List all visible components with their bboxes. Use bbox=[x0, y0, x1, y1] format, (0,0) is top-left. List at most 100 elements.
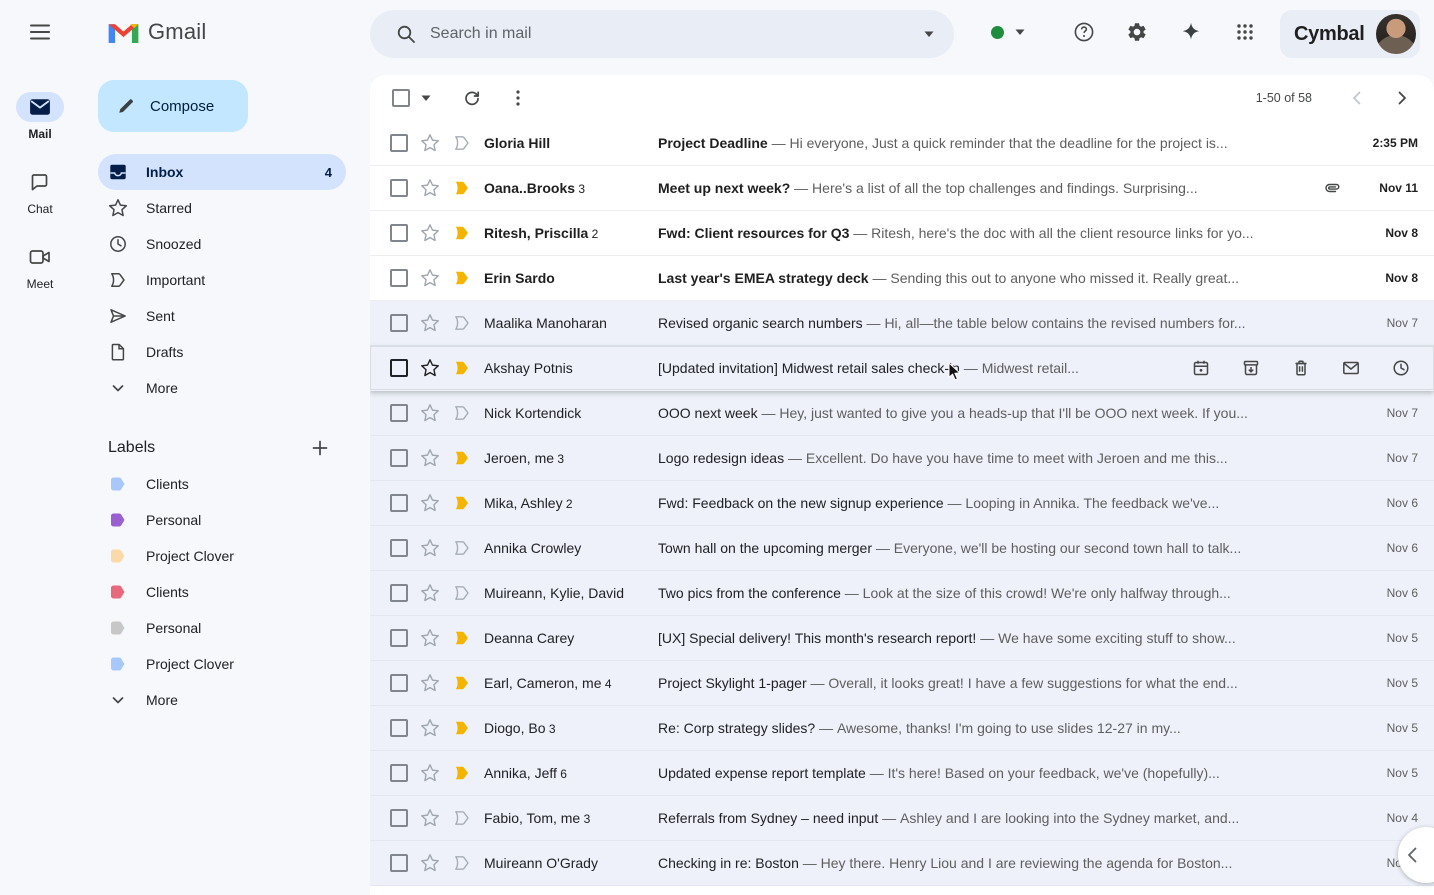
older-page-icon[interactable] bbox=[1384, 80, 1420, 116]
sidebar-item-starred[interactable]: Starred bbox=[98, 190, 346, 226]
sidebar-item-inbox[interactable]: Inbox 4 bbox=[98, 154, 346, 190]
importance-marker-icon[interactable] bbox=[452, 358, 472, 378]
compose-button[interactable]: Compose bbox=[98, 80, 248, 132]
availability-status[interactable] bbox=[985, 12, 1032, 52]
row-checkbox[interactable] bbox=[390, 494, 408, 512]
importance-marker-icon[interactable] bbox=[452, 493, 472, 513]
row-checkbox[interactable] bbox=[390, 764, 408, 782]
rsvp-calendar-icon[interactable] bbox=[1190, 357, 1212, 379]
google-apps-grid-icon[interactable] bbox=[1225, 12, 1265, 52]
star-icon[interactable] bbox=[420, 403, 440, 423]
star-icon[interactable] bbox=[420, 313, 440, 333]
email-row[interactable]: Ritesh, Priscilla 2 Fwd: Client resource… bbox=[370, 211, 1434, 256]
row-checkbox[interactable] bbox=[390, 809, 408, 827]
search-bar[interactable] bbox=[370, 10, 954, 58]
importance-marker-icon[interactable] bbox=[452, 673, 472, 693]
labels-add-button[interactable] bbox=[306, 434, 334, 462]
search-input[interactable] bbox=[428, 24, 922, 44]
profile-avatar[interactable] bbox=[1376, 14, 1416, 54]
importance-marker-icon[interactable] bbox=[452, 628, 472, 648]
star-icon[interactable] bbox=[420, 133, 440, 153]
rail-item-mail[interactable]: Mail bbox=[16, 92, 64, 141]
importance-marker-icon[interactable] bbox=[452, 403, 472, 423]
importance-marker-icon[interactable] bbox=[452, 133, 472, 153]
star-icon[interactable] bbox=[420, 358, 440, 378]
email-row[interactable]: Fabio, Tom, me 3 Referrals from Sydney –… bbox=[370, 796, 1434, 841]
select-caret-icon[interactable] bbox=[420, 94, 432, 102]
star-icon[interactable] bbox=[420, 178, 440, 198]
sidebar-item-more[interactable]: More bbox=[98, 370, 346, 406]
star-icon[interactable] bbox=[420, 628, 440, 648]
email-row[interactable]: Diogo, Bo 3 Re: Corp strategy slides? — … bbox=[370, 706, 1434, 751]
row-checkbox[interactable] bbox=[390, 629, 408, 647]
importance-marker-icon[interactable] bbox=[452, 583, 472, 603]
star-icon[interactable] bbox=[420, 448, 440, 468]
email-row[interactable]: Maalika Manoharan Revised organic search… bbox=[370, 301, 1434, 346]
rail-item-chat[interactable]: Chat bbox=[16, 167, 64, 216]
star-icon[interactable] bbox=[420, 808, 440, 828]
sidebar-item-drafts[interactable]: Drafts bbox=[98, 334, 346, 370]
star-icon[interactable] bbox=[420, 268, 440, 288]
more-options-icon[interactable] bbox=[502, 82, 534, 114]
sidebar-item-sent[interactable]: Sent bbox=[98, 298, 346, 334]
main-menu-icon[interactable] bbox=[16, 8, 64, 56]
email-row[interactable]: Annika, Jeff 6 Updated expense report te… bbox=[370, 751, 1434, 796]
sidebar-label-item[interactable]: Personal bbox=[98, 502, 346, 538]
email-row[interactable]: Annika Crowley Town hall on the upcoming… bbox=[370, 526, 1434, 571]
mark-as-read-icon[interactable] bbox=[1340, 357, 1362, 379]
star-icon[interactable] bbox=[420, 763, 440, 783]
email-row[interactable]: Erin Sardo Last year's EMEA strategy dec… bbox=[370, 256, 1434, 301]
importance-marker-icon[interactable] bbox=[452, 313, 472, 333]
email-row[interactable]: Gloria Hill Project Deadline — Hi everyo… bbox=[370, 121, 1434, 166]
help-icon[interactable] bbox=[1064, 12, 1104, 52]
email-row[interactable]: Akshay Potnis [Updated invitation] Midwe… bbox=[370, 346, 1434, 391]
star-icon[interactable] bbox=[420, 853, 440, 873]
settings-gear-icon[interactable] bbox=[1117, 12, 1157, 52]
row-checkbox[interactable] bbox=[390, 314, 408, 332]
row-checkbox[interactable] bbox=[390, 449, 408, 467]
sidebar-item-snoozed[interactable]: Snoozed bbox=[98, 226, 346, 262]
email-row[interactable]: Nick Kortendick OOO next week — Hey, jus… bbox=[370, 391, 1434, 436]
snooze-clock-icon[interactable] bbox=[1390, 357, 1412, 379]
delete-trash-icon[interactable] bbox=[1290, 357, 1312, 379]
row-checkbox[interactable] bbox=[390, 404, 408, 422]
row-checkbox[interactable] bbox=[390, 134, 408, 152]
gemini-sparkle-icon[interactable] bbox=[1171, 12, 1211, 52]
row-checkbox[interactable] bbox=[390, 539, 408, 557]
importance-marker-icon[interactable] bbox=[452, 538, 472, 558]
sidebar-label-item[interactable]: Project Clover bbox=[98, 538, 346, 574]
star-icon[interactable] bbox=[420, 223, 440, 243]
importance-marker-icon[interactable] bbox=[452, 223, 472, 243]
archive-icon[interactable] bbox=[1240, 357, 1262, 379]
row-checkbox[interactable] bbox=[390, 179, 408, 197]
star-icon[interactable] bbox=[420, 538, 440, 558]
select-all-checkbox[interactable] bbox=[392, 89, 410, 107]
importance-marker-icon[interactable] bbox=[452, 808, 472, 828]
email-row[interactable]: Muireann, Kylie, David Two pics from the… bbox=[370, 571, 1434, 616]
newer-page-icon[interactable] bbox=[1338, 80, 1374, 116]
email-row[interactable]: Mika, Ashley 2 Fwd: Feedback on the new … bbox=[370, 481, 1434, 526]
row-checkbox[interactable] bbox=[390, 674, 408, 692]
email-row[interactable]: Earl, Cameron, me 4 Project Skylight 1-p… bbox=[370, 661, 1434, 706]
importance-marker-icon[interactable] bbox=[452, 718, 472, 738]
sidebar-item-important[interactable]: Important bbox=[98, 262, 346, 298]
email-row[interactable]: Deanna Carey [UX] Special delivery! This… bbox=[370, 616, 1434, 661]
rail-item-meet[interactable]: Meet bbox=[16, 242, 64, 291]
importance-marker-icon[interactable] bbox=[452, 853, 472, 873]
importance-marker-icon[interactable] bbox=[452, 268, 472, 288]
sidebar-label-item[interactable]: More bbox=[98, 682, 346, 718]
star-icon[interactable] bbox=[420, 718, 440, 738]
star-icon[interactable] bbox=[420, 583, 440, 603]
refresh-icon[interactable] bbox=[456, 82, 488, 114]
sidebar-label-item[interactable]: Project Clover bbox=[98, 646, 346, 682]
importance-marker-icon[interactable] bbox=[452, 178, 472, 198]
star-icon[interactable] bbox=[420, 493, 440, 513]
row-checkbox[interactable] bbox=[390, 224, 408, 242]
search-options-caret-icon[interactable] bbox=[922, 29, 936, 39]
email-row[interactable]: Oana..Brooks 3 Meet up next week? — Here… bbox=[370, 166, 1434, 211]
email-row[interactable]: Muireann O'Grady Checking in re: Boston … bbox=[370, 841, 1434, 886]
sidebar-label-item[interactable]: Clients bbox=[98, 574, 346, 610]
row-checkbox[interactable] bbox=[390, 719, 408, 737]
row-checkbox[interactable] bbox=[390, 359, 408, 377]
row-checkbox[interactable] bbox=[390, 584, 408, 602]
